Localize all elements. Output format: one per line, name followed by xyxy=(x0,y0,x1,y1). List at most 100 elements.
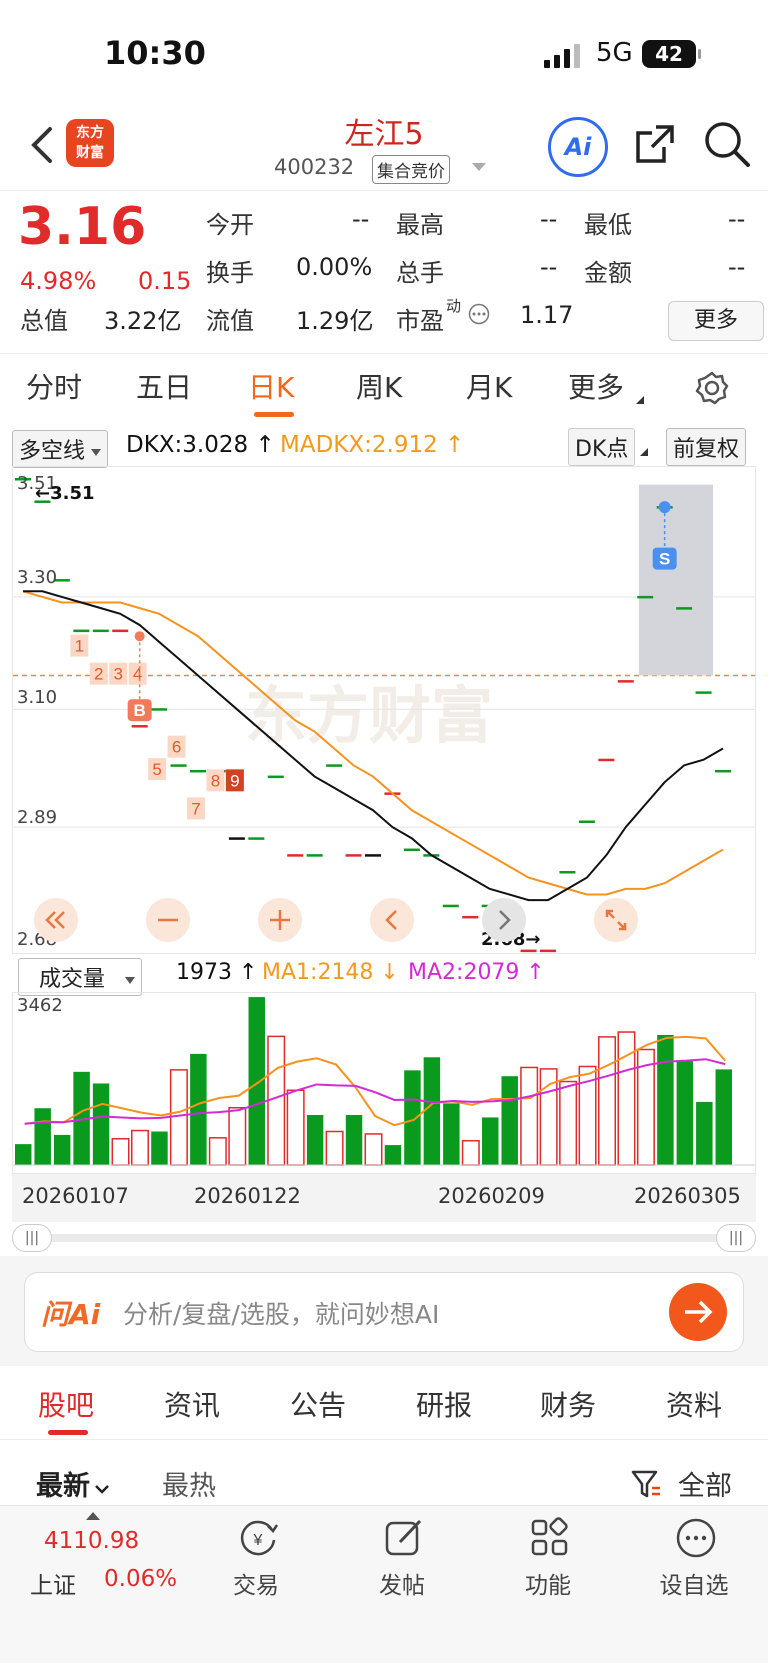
nav-post[interactable]: 发帖 xyxy=(352,1516,452,1616)
edit-icon xyxy=(385,1519,422,1556)
chevron-down-icon[interactable] xyxy=(472,163,486,171)
madkx-value: MADKX:2.912 ↑ xyxy=(280,432,465,458)
status-bar: 10:30 5G 42 xyxy=(0,0,768,105)
price-label-3: 3.10 xyxy=(17,687,58,708)
scroll-handle-left[interactable]: ||| xyxy=(12,1224,52,1252)
ai-placeholder[interactable]: 分析/复盘/选股，就问妙想AI xyxy=(123,1295,439,1331)
indicator-select-label: 多空线 xyxy=(19,439,86,464)
ai-button[interactable]: Ai xyxy=(548,117,608,177)
turnover-value: 0.00% xyxy=(296,253,373,281)
volume-label: 总手 xyxy=(396,259,444,287)
tab-announcements[interactable]: 公告 xyxy=(290,1384,346,1424)
date-label-1: 20260107 xyxy=(22,1184,129,1208)
candle xyxy=(637,595,654,599)
dk-point-button[interactable]: DK点 xyxy=(568,428,636,466)
change-value: 0.15 xyxy=(138,267,192,295)
volume-value: -- xyxy=(540,253,558,281)
nav-functions-label: 功能 xyxy=(525,1573,571,1599)
tab-daily-k[interactable]: 日K xyxy=(248,366,294,406)
minus-icon xyxy=(146,898,190,942)
share-icon[interactable] xyxy=(632,121,678,167)
nav-add-watchlist[interactable]: 设自选 xyxy=(644,1516,744,1616)
candle xyxy=(170,764,187,767)
tab-news[interactable]: 资讯 xyxy=(164,1384,220,1424)
signal-label: 6 xyxy=(172,738,181,757)
candle xyxy=(676,607,693,610)
nav-trade[interactable]: ¥ 交易 xyxy=(206,1516,306,1616)
volume-ma1-text: MA1:2148 xyxy=(262,960,374,985)
signal-icon xyxy=(544,44,580,68)
search-icon[interactable] xyxy=(702,119,752,169)
volume-bar xyxy=(345,1115,363,1165)
kline-chart[interactable]: 东方财富 123456789BS 3.51 3.30 3.10 2.89 2.6… xyxy=(12,466,756,954)
filter-icon[interactable] xyxy=(630,1468,662,1500)
nav-functions[interactable]: 功能 xyxy=(498,1516,598,1616)
candle xyxy=(617,680,634,683)
bottom-bar: 4110.98 上证 0.06% ¥ 交易 发帖 功能 设自选 xyxy=(0,1505,768,1663)
amount-value: -- xyxy=(728,253,746,281)
index-percent[interactable]: 0.06% xyxy=(104,1566,177,1592)
candle xyxy=(151,708,168,711)
tab-weekly-k[interactable]: 周K xyxy=(356,366,402,406)
signal-label: 3 xyxy=(113,665,122,684)
volume-max-label: 3462 xyxy=(17,995,63,1016)
chart-scrollbar[interactable]: ||| ||| xyxy=(12,1224,756,1252)
madkx-text: MADKX:2.912 xyxy=(280,432,438,458)
candle xyxy=(695,691,712,694)
gear-icon[interactable] xyxy=(694,370,730,406)
low-label: 最低 xyxy=(584,211,632,239)
change-percent: 4.98% xyxy=(20,267,97,295)
volume-indicator-select[interactable]: 成交量 xyxy=(18,958,143,996)
arrow-right-icon[interactable] xyxy=(669,1283,727,1341)
volume-bar xyxy=(169,1069,188,1166)
candle xyxy=(559,871,576,874)
filter-all[interactable]: 全部 xyxy=(678,1464,732,1503)
candle xyxy=(306,854,323,857)
fullscreen-button[interactable] xyxy=(593,897,639,947)
volume-current-text: 1973 xyxy=(176,960,232,985)
more-dots-icon[interactable] xyxy=(468,303,490,325)
tab-five-day[interactable]: 五日 xyxy=(136,366,192,406)
adjust-button[interactable]: 前复权 xyxy=(666,428,747,466)
volume-current: 1973 ↑ xyxy=(176,960,258,985)
scroll-handle-right[interactable]: ||| xyxy=(716,1224,756,1252)
volume-bar xyxy=(657,1034,674,1165)
active-tab-indicator xyxy=(254,412,294,417)
tab-intraday[interactable]: 分时 xyxy=(26,366,82,406)
index-name[interactable]: 上证 xyxy=(30,1566,76,1600)
caret-up-icon[interactable] xyxy=(86,1512,100,1520)
tab-monthly-k[interactable]: 月K xyxy=(466,366,512,406)
date-label-4: 20260305 xyxy=(634,1184,741,1208)
ai-ask-bar[interactable]: 问Ai 分析/复盘/选股，就问妙想AI xyxy=(24,1272,744,1352)
next-button[interactable] xyxy=(481,897,527,947)
zoom-in-button[interactable] xyxy=(257,897,303,947)
double-left-icon xyxy=(34,898,78,942)
candle xyxy=(403,848,420,852)
indicator-select[interactable]: 多空线 xyxy=(12,430,109,468)
signal-label: 7 xyxy=(191,799,200,818)
zoom-out-button[interactable] xyxy=(145,897,191,947)
prev-button[interactable] xyxy=(369,897,415,947)
volume-bar xyxy=(423,1057,441,1165)
index-value[interactable]: 4110.98 xyxy=(44,1528,139,1554)
volume-bar xyxy=(676,1061,694,1165)
sort-row: 最新 最热 全部 xyxy=(0,1460,768,1510)
volume-bar xyxy=(286,1089,305,1166)
period-tabs: 分时 五日 日K 周K 月K 更多 xyxy=(0,353,768,423)
volume-chart[interactable]: 3462 xyxy=(12,992,756,1174)
sort-hot[interactable]: 最热 xyxy=(162,1464,216,1503)
rewind-button[interactable] xyxy=(33,897,79,947)
tab-profile[interactable]: 资料 xyxy=(666,1384,722,1424)
tab-guba[interactable]: 股吧 xyxy=(38,1384,94,1424)
candle xyxy=(248,837,265,840)
more-button[interactable]: 更多 xyxy=(668,301,764,341)
signal-label: 8 xyxy=(211,771,220,790)
sort-latest[interactable]: 最新 xyxy=(36,1464,110,1503)
tab-research[interactable]: 研报 xyxy=(416,1384,472,1424)
tab-finance[interactable]: 财务 xyxy=(540,1384,596,1424)
volume-bar xyxy=(501,1076,518,1165)
caret-down-icon xyxy=(91,448,102,456)
auction-badge[interactable]: 集合竞价 xyxy=(372,155,450,184)
tab-more[interactable]: 更多 xyxy=(568,366,624,406)
candle xyxy=(345,854,362,857)
